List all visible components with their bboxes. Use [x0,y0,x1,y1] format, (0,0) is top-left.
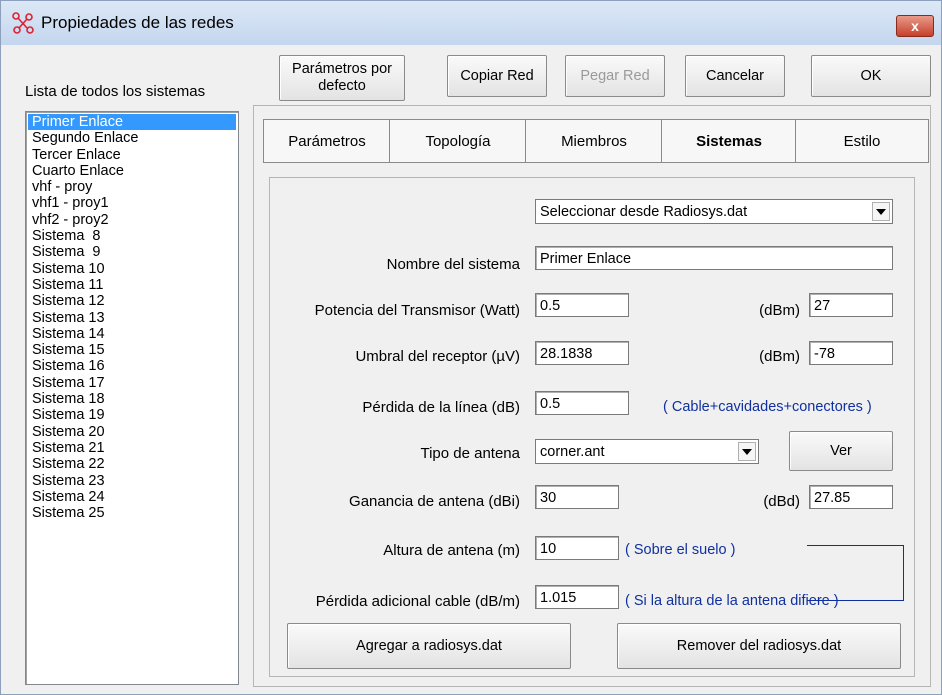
tab-miembros[interactable]: Miembros [525,119,663,163]
list-item[interactable]: Sistema 19 [26,407,238,423]
add-to-radiosys-button[interactable]: Agregar a radiosys.dat [287,623,571,669]
tab-sistemas[interactable]: Sistemas [661,119,797,163]
default-parameters-button[interactable]: Parámetros por defecto [279,55,405,101]
view-antenna-button[interactable]: Ver [789,431,893,471]
network-properties-window: Propiedades de las redes x Lista de todo… [0,0,942,695]
tab-label: Parámetros [288,132,366,150]
list-item[interactable]: Segundo Enlace [26,130,238,146]
tab-topologia[interactable]: Topología [389,119,527,163]
line-loss-field[interactable]: 0.5 [535,391,629,415]
line-loss-label: Pérdida de la línea (dB) [362,399,520,416]
list-item[interactable]: Sistema 11 [26,277,238,293]
ok-label: OK [860,67,882,84]
close-button[interactable]: x [896,15,934,37]
cancel-label: Cancelar [705,67,765,84]
close-icon: x [911,18,919,34]
tab-label: Miembros [561,132,627,150]
rx-threshold-field[interactable]: 28.1838 [535,341,629,365]
network-icon [12,12,34,34]
rx-threshold-dbm-field[interactable]: -78 [809,341,893,365]
ok-button[interactable]: OK [811,55,931,97]
list-item[interactable]: Sistema 17 [26,375,238,391]
list-item[interactable]: Sistema 9 [26,244,238,260]
list-item[interactable]: Sistema 14 [26,326,238,342]
list-item[interactable]: vhf - proy [26,179,238,195]
list-item[interactable]: Sistema 24 [26,489,238,505]
list-item[interactable]: Sistema 23 [26,473,238,489]
antenna-height-field[interactable]: 10 [535,536,619,560]
list-item[interactable]: Sistema 10 [26,261,238,277]
antenna-gain-label: Ganancia de antena (dBi) [349,493,520,510]
rx-threshold-dbm-label: (dBm) [759,348,800,365]
antenna-gain-dbd-field[interactable]: 27.85 [809,485,893,509]
list-item[interactable]: Tercer Enlace [26,147,238,163]
antenna-gain-field[interactable]: 30 [535,485,619,509]
tab-label: Estilo [843,132,881,150]
title-bar[interactable]: Propiedades de las redes x [1,1,941,45]
list-item[interactable]: Sistema 20 [26,424,238,440]
list-item[interactable]: Sistema 13 [26,310,238,326]
list-item[interactable]: vhf2 - proy2 [26,212,238,228]
extra-loss-field[interactable]: 1.015 [535,585,619,609]
add-to-radiosys-label: Agregar a radiosys.dat [356,637,502,654]
default-parameters-label: Parámetros por defecto [292,61,392,94]
chevron-down-icon[interactable] [872,202,890,221]
remove-from-radiosys-button[interactable]: Remover del radiosys.dat [617,623,901,669]
antenna-type-select[interactable]: corner.ant [535,439,759,464]
copy-network-label: Copiar Red [460,67,534,84]
extra-loss-label: Pérdida adicional cable (dB/m) [315,593,520,610]
list-item[interactable]: Sistema 16 [26,358,238,374]
list-item[interactable]: Sistema 18 [26,391,238,407]
tx-power-dbm-field[interactable]: 27 [809,293,893,317]
radiosys-source-value: Seleccionar desde Radiosys.dat [540,204,748,220]
list-item[interactable]: Sistema 21 [26,440,238,456]
cancel-button[interactable]: Cancelar [685,55,785,97]
antenna-height-note: ( Sobre el suelo ) [625,542,736,558]
window-title: Propiedades de las redes [41,13,234,32]
list-item[interactable]: Sistema 15 [26,342,238,358]
list-item[interactable]: Cuarto Enlace [26,163,238,179]
tab-label: Topología [425,132,491,150]
system-name-field[interactable]: Primer Enlace [535,246,893,270]
antenna-type-label: Tipo de antena [420,445,520,462]
note-bracket [807,545,904,601]
radiosys-source-select[interactable]: Seleccionar desde Radiosys.dat [535,199,893,224]
line-loss-note: ( Cable+cavidades+conectores ) [663,399,872,415]
rx-threshold-label: Umbral del receptor (µV) [355,348,520,365]
list-item[interactable]: Sistema 25 [26,505,238,521]
view-antenna-label: Ver [830,442,852,459]
paste-network-label: Pegar Red [580,67,650,84]
tx-power-dbm-label: (dBm) [759,302,800,319]
system-name-label: Nombre del sistema [386,256,520,273]
antenna-height-label: Altura de antena (m) [383,542,520,559]
chevron-down-icon[interactable] [738,442,756,461]
system-list-label: Lista de todos los sistemas [25,83,206,100]
remove-from-radiosys-label: Remover del radiosys.dat [676,637,842,654]
tx-power-field[interactable]: 0.5 [535,293,629,317]
list-item[interactable]: Sistema 12 [26,293,238,309]
system-list[interactable]: Primer Enlace Segundo Enlace Tercer Enlace… [25,111,239,685]
list-item[interactable]: Primer Enlace [28,114,236,131]
tab-label: Sistemas [696,132,762,150]
copy-network-button[interactable]: Copiar Red [447,55,547,97]
antenna-gain-dbd-label: (dBd) [763,493,800,510]
tab-parametros[interactable]: Parámetros [263,119,391,163]
list-item[interactable]: vhf1 - proy1 [26,195,238,211]
antenna-type-value: corner.ant [540,444,605,460]
tx-power-label: Potencia del Transmisor (Watt) [314,302,520,319]
list-item[interactable]: Sistema 22 [26,456,238,472]
tab-estilo[interactable]: Estilo [795,119,929,163]
paste-network-button[interactable]: Pegar Red [565,55,665,97]
list-item[interactable]: Sistema 8 [26,228,238,244]
